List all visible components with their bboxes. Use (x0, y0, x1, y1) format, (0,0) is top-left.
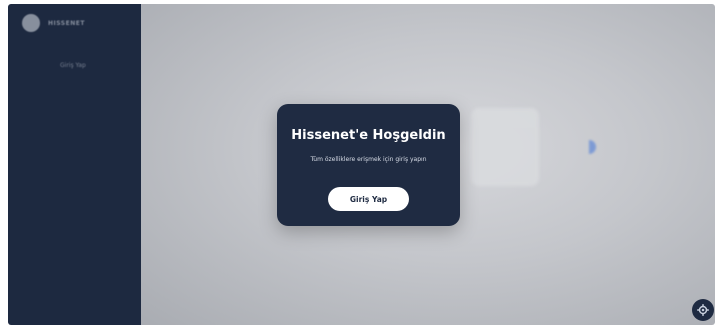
sidebar-item-login[interactable]: Giriş Yap (60, 62, 86, 69)
settings-icon (697, 304, 709, 316)
modal-subtitle: Tüm özelliklere erişmek için giriş yapın (310, 156, 427, 163)
logo-icon (22, 14, 40, 32)
brand[interactable]: HISSENET (22, 14, 85, 32)
background-card (471, 108, 539, 186)
floating-settings-button[interactable] (692, 299, 714, 321)
welcome-modal: Hissenet'e Hoşgeldin Tüm özelliklere eri… (277, 104, 460, 226)
brand-name: HISSENET (48, 19, 85, 27)
sidebar: HISSENET Giriş Yap (8, 4, 141, 325)
modal-title: Hissenet'e Hoşgeldin (291, 128, 446, 143)
app-window: HISSENET Giriş Yap Hissenet'e Hoşgeldin … (8, 4, 715, 325)
login-button[interactable]: Giriş Yap (328, 187, 409, 211)
background-accent (589, 140, 596, 154)
